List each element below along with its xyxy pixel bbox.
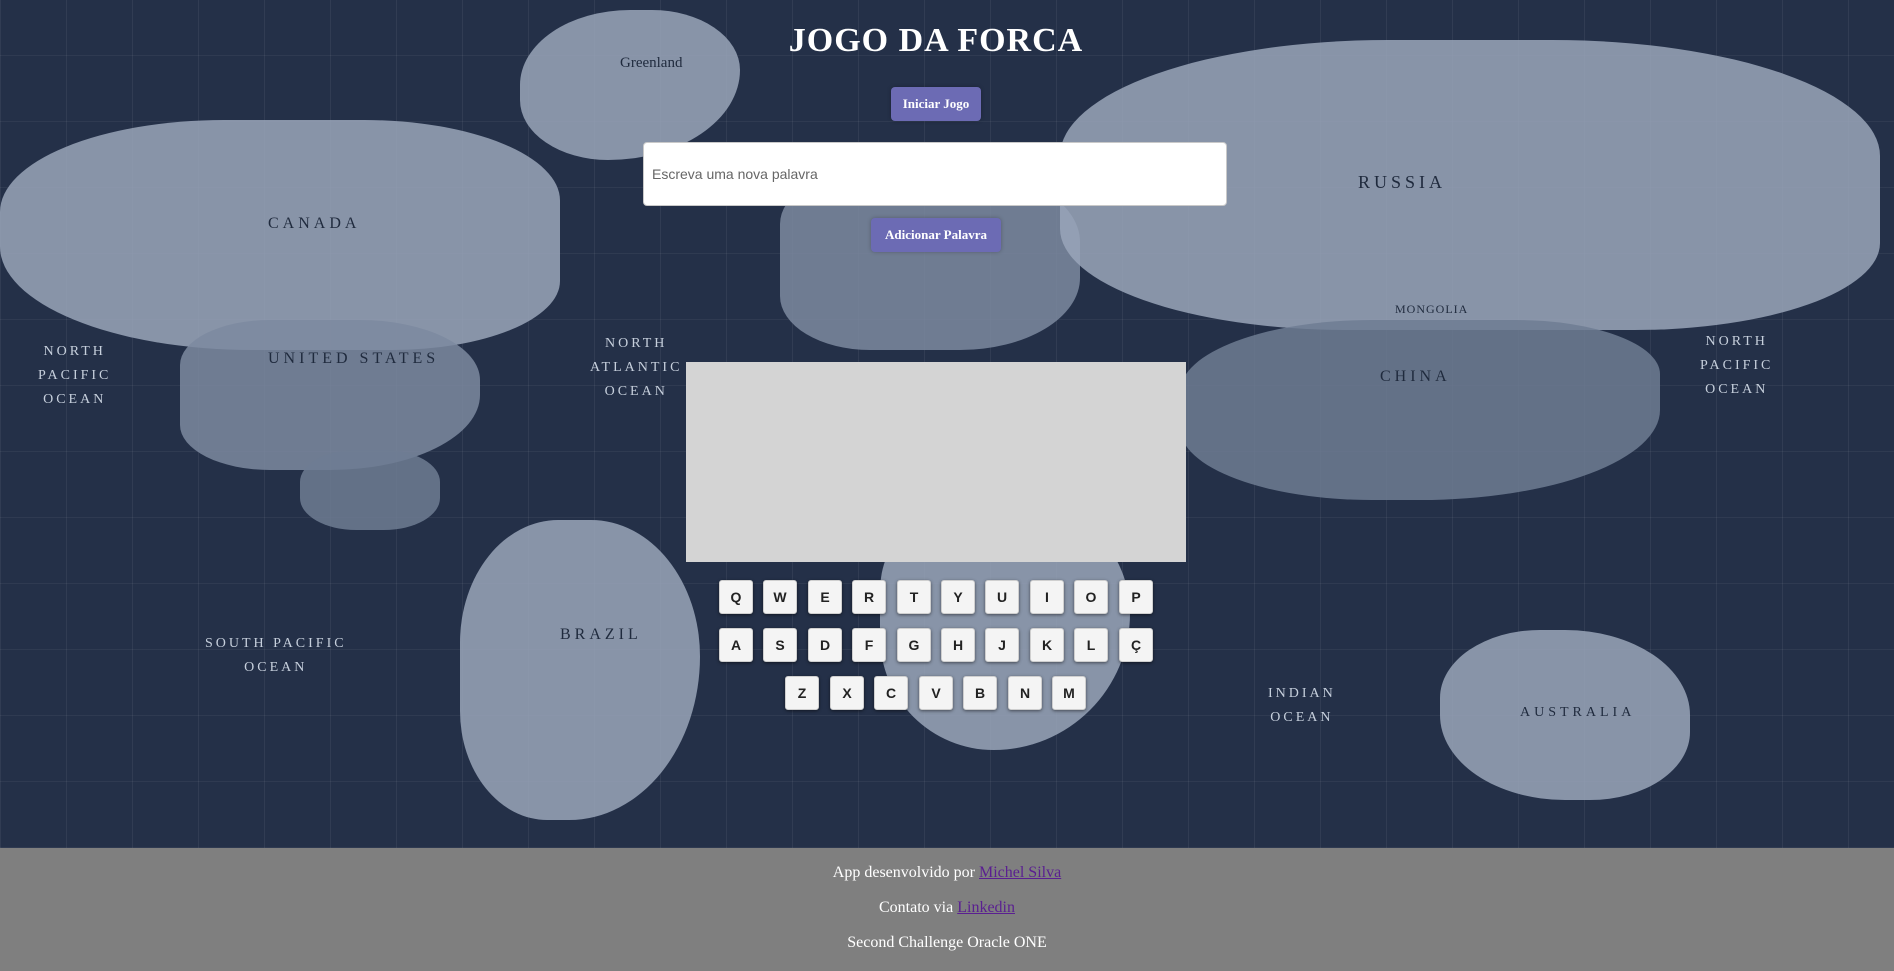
footer-credits-text: App desenvolvido por [832, 864, 975, 881]
map-label-north-pacific-left: NORTH PACIFIC OCEAN [38, 344, 112, 407]
map-label-brazil: BRAZIL [560, 626, 642, 643]
add-word-button[interactable]: Adicionar Palavra [871, 218, 1001, 252]
map-label-australia: AUSTRALIA [1520, 705, 1636, 720]
key-b[interactable]: B [963, 676, 997, 710]
key-c-cedilla[interactable]: Ç [1119, 628, 1153, 662]
map-label-north-pacific-right: NORTH PACIFIC OCEAN [1700, 334, 1774, 397]
key-d[interactable]: D [808, 628, 842, 662]
key-g[interactable]: G [897, 628, 931, 662]
start-game-button[interactable]: Iniciar Jogo [891, 87, 981, 121]
key-v[interactable]: V [919, 676, 953, 710]
key-e[interactable]: E [808, 580, 842, 614]
footer-credits: App desenvolvido por Michel Silva [0, 864, 1894, 882]
key-n[interactable]: N [1008, 676, 1042, 710]
key-i[interactable]: I [1030, 580, 1064, 614]
map-label-russia: RUSSIA [1358, 172, 1447, 192]
map-label-canada: CANADA [268, 215, 361, 232]
key-y[interactable]: Y [941, 580, 975, 614]
key-c[interactable]: C [874, 676, 908, 710]
hangman-canvas [686, 362, 1186, 562]
map-label-mongolia: MONGOLIA [1395, 302, 1469, 316]
key-h[interactable]: H [941, 628, 975, 662]
key-p[interactable]: P [1119, 580, 1153, 614]
map-label-south-pacific: SOUTH PACIFIC OCEAN [205, 636, 347, 675]
key-s[interactable]: S [763, 628, 797, 662]
map-label-china: CHINA [1380, 368, 1451, 385]
key-x[interactable]: X [830, 676, 864, 710]
map-label-indian-ocean: INDIAN OCEAN [1268, 686, 1336, 725]
page-title: JOGO DA FORCA [788, 22, 1084, 59]
new-word-input[interactable] [643, 142, 1227, 206]
key-w[interactable]: W [763, 580, 797, 614]
footer-challenge: Second Challenge Oracle ONE [847, 934, 1047, 951]
footer-contact: Contato via Linkedin [0, 899, 1894, 917]
key-j[interactable]: J [985, 628, 1019, 662]
author-link[interactable]: Michel Silva [979, 864, 1061, 881]
key-a[interactable]: A [719, 628, 753, 662]
footer-contact-text: Contato via [879, 899, 954, 916]
page-footer: App desenvolvido por Michel Silva Contat… [0, 848, 1894, 971]
key-f[interactable]: F [852, 628, 886, 662]
key-l[interactable]: L [1074, 628, 1108, 662]
map-label-north-atlantic: NORTH ATLANTIC OCEAN [590, 336, 683, 399]
key-o[interactable]: O [1074, 580, 1108, 614]
linkedin-link[interactable]: Linkedin [957, 899, 1015, 916]
key-m[interactable]: M [1052, 676, 1086, 710]
key-t[interactable]: T [897, 580, 931, 614]
key-u[interactable]: U [985, 580, 1019, 614]
key-k[interactable]: K [1030, 628, 1064, 662]
key-q[interactable]: Q [719, 580, 753, 614]
map-label-united-states: UNITED STATES [268, 350, 440, 367]
key-z[interactable]: Z [785, 676, 819, 710]
key-r[interactable]: R [852, 580, 886, 614]
